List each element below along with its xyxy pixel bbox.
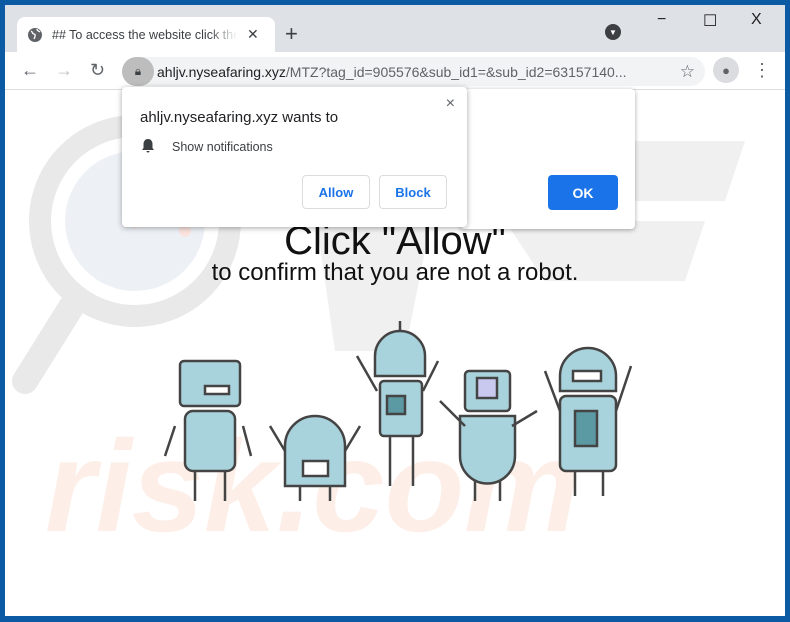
globe-icon bbox=[27, 27, 43, 43]
back-icon[interactable]: ← bbox=[21, 60, 39, 81]
page-subheading: to confirm that you are not a robot. bbox=[211, 259, 579, 286]
robot-1 bbox=[163, 359, 253, 501]
url-host: ahljv.nyseafaring.xyz bbox=[157, 63, 286, 80]
robots-illustration bbox=[163, 321, 633, 501]
url-path: /MTZ?tag_id=905576&sub_id1=&sub_id2=6315… bbox=[285, 63, 627, 80]
browser-window: ## To access the website click the butto… bbox=[5, 5, 785, 616]
address-bar[interactable]: 🔒︎ ahljv.nyseafaring.xyz/MTZ?tag_id=9055… bbox=[122, 57, 705, 86]
close-icon[interactable]: × bbox=[446, 95, 455, 113]
new-tab-button[interactable]: + bbox=[285, 21, 298, 47]
alert-dialog: OK bbox=[460, 89, 635, 229]
menu-icon[interactable]: ⋮ bbox=[753, 60, 771, 81]
ok-button[interactable]: OK bbox=[548, 175, 618, 210]
tab-active[interactable]: ## To access the website click the butto… bbox=[17, 17, 275, 52]
bell-icon bbox=[141, 138, 155, 156]
popup-title: ahljv.nyseafaring.xyz wants to bbox=[140, 109, 339, 126]
lock-icon[interactable]: 🔒︎ bbox=[122, 57, 154, 86]
tab-title: ## To access the website click the butto… bbox=[52, 27, 237, 42]
reload-icon[interactable]: ↻ bbox=[90, 60, 105, 81]
permission-label: Show notifications bbox=[172, 140, 273, 154]
block-button[interactable]: Block bbox=[379, 175, 447, 209]
forward-icon[interactable]: → bbox=[55, 60, 73, 81]
robot-2 bbox=[268, 414, 362, 501]
robot-5 bbox=[543, 346, 633, 496]
robot-4 bbox=[439, 369, 538, 501]
tab-strip: ## To access the website click the butto… bbox=[5, 5, 785, 52]
robot-3 bbox=[355, 321, 440, 486]
bookmark-star-icon[interactable]: ☆ bbox=[680, 62, 695, 82]
notification-permission-popup: ahljv.nyseafaring.xyz wants to × Show no… bbox=[122, 87, 467, 227]
minimize-button[interactable]: − bbox=[657, 11, 666, 29]
toolbar: ← → ↻ 🔒︎ ahljv.nyseafaring.xyz/MTZ?tag_i… bbox=[5, 52, 785, 90]
maximize-button[interactable]: ☐ bbox=[703, 11, 717, 31]
close-window-button[interactable]: X bbox=[751, 11, 762, 29]
allow-button[interactable]: Allow bbox=[302, 175, 370, 209]
tab-close-icon[interactable]: ✕ bbox=[247, 26, 259, 43]
url-text[interactable]: ahljv.nyseafaring.xyz/MTZ?tag_id=905576&… bbox=[157, 64, 626, 80]
profile-avatar-icon[interactable]: ● bbox=[713, 57, 739, 83]
extension-icon[interactable]: ▼ bbox=[605, 24, 621, 40]
